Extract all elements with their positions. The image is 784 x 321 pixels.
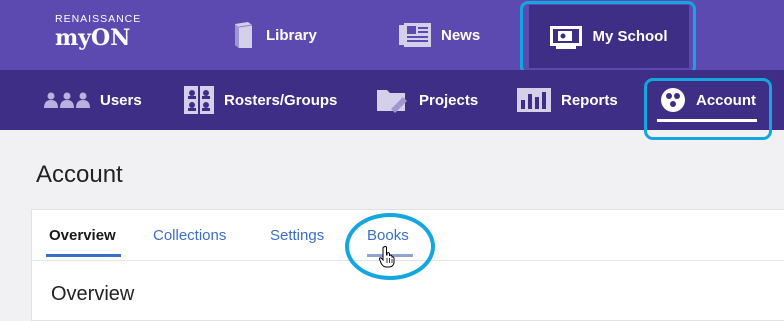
account-highlight xyxy=(644,78,772,140)
tab-collections[interactable]: Collections xyxy=(153,227,226,244)
bar-chart-icon xyxy=(517,88,551,112)
users-icon xyxy=(44,92,90,108)
subnav-users-label: Users xyxy=(100,91,142,109)
nav-news-label: News xyxy=(441,26,481,44)
subnav-reports[interactable]: Reports xyxy=(517,70,618,130)
page-title: Account xyxy=(36,161,123,188)
subnav-rosters-label: Rosters/Groups xyxy=(224,91,338,109)
logo-line-1: RENAISSANCE xyxy=(55,13,142,25)
subnav-projects-label: Projects xyxy=(419,91,479,109)
nav-library[interactable]: Library xyxy=(232,0,317,70)
logo-line-2: myON xyxy=(55,25,131,51)
subnav-rosters-groups[interactable]: Rosters/Groups xyxy=(184,70,337,130)
hand-cursor-icon xyxy=(378,246,395,273)
book-icon xyxy=(232,21,256,49)
folder-edit-icon xyxy=(377,87,409,113)
subnav-projects[interactable]: Projects xyxy=(377,70,478,130)
tab-overview[interactable]: Overview xyxy=(49,227,116,244)
renaissance-myon-logo[interactable]: RENAISSANCE myON xyxy=(55,13,142,51)
tab-settings[interactable]: Settings xyxy=(270,227,324,244)
nav-news[interactable]: News xyxy=(399,0,480,70)
subnav-users[interactable]: Users xyxy=(44,70,142,130)
rosters-icon xyxy=(184,86,214,114)
my-school-highlight xyxy=(520,1,696,75)
subnav-reports-label: Reports xyxy=(561,91,618,109)
section-title: Overview xyxy=(51,283,135,305)
nav-library-label: Library xyxy=(266,26,317,44)
tab-active-indicator xyxy=(46,254,121,257)
newspaper-icon xyxy=(399,23,431,47)
